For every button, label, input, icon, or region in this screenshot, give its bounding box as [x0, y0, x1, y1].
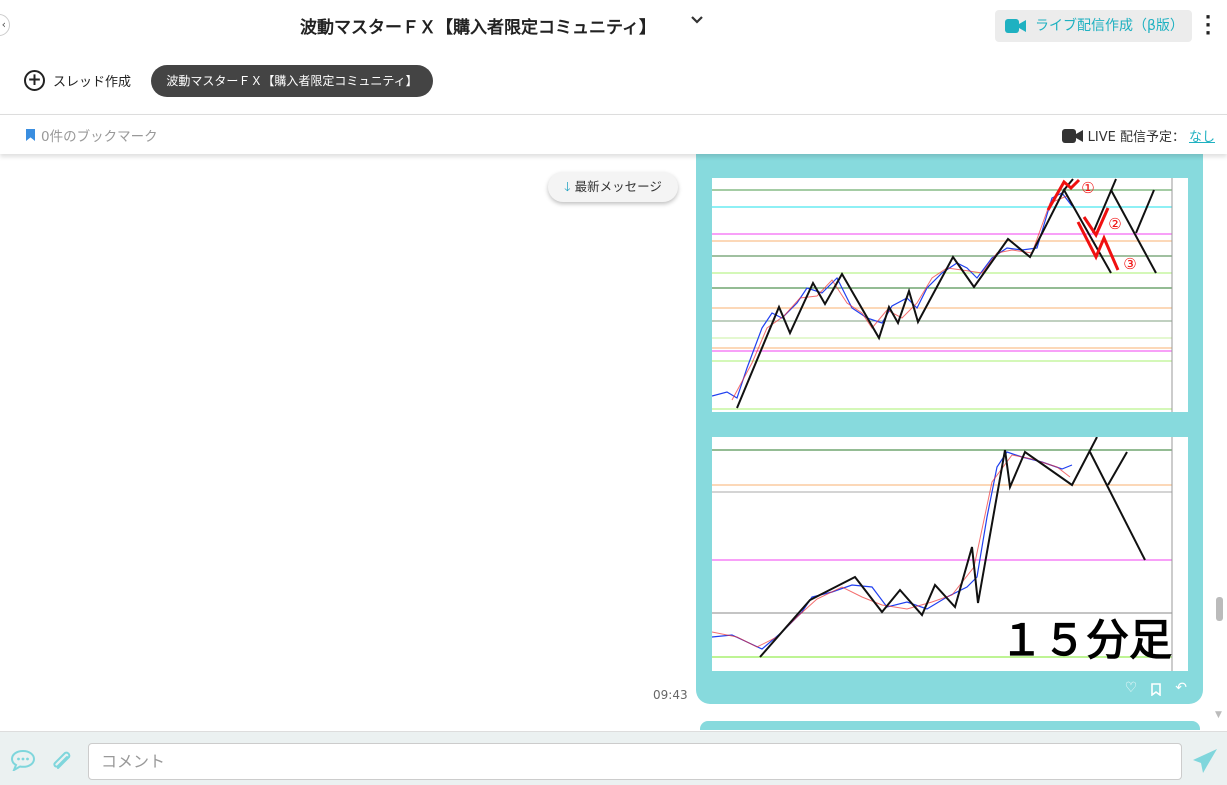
message-bubble: ① ② ③ １５分足 ♡ ↶ — [696, 154, 1203, 704]
speech-bubble-icon[interactable] — [10, 749, 36, 771]
scrollbar-thumb[interactable] — [1216, 597, 1223, 621]
chat-area: 🡓 最新メッセージ ① ② ③ １５分足 ♡ ↶ 09:43 — [0, 154, 1212, 730]
chart-image-2[interactable]: １５分足 — [712, 437, 1188, 671]
live-schedule: LIVE 配信予定： なし — [1061, 126, 1215, 145]
plus-circle-icon: + — [24, 70, 45, 91]
price-candles — [712, 192, 1073, 399]
price-candles-red — [731, 195, 1068, 401]
scrollbar[interactable]: ▼ — [1212, 154, 1227, 730]
page-title: 波動マスターＦＸ【購入者限定コミュニティ】 — [300, 18, 656, 38]
annotation-2: ② — [1108, 215, 1121, 233]
timeframe-caption: １５分足 — [1000, 616, 1172, 666]
heart-icon[interactable]: ♡ — [1125, 680, 1138, 696]
header: ‹ 波動マスターＦＸ【購入者限定コミュニティ】 ライブ配信作成（β版） · · · — [0, 0, 1227, 50]
thread-tab-active[interactable]: 波動マスターＦＸ【購入者限定コミュニティ】 — [151, 65, 433, 97]
comment-input[interactable] — [88, 743, 1182, 780]
live-schedule-link[interactable]: なし — [1189, 126, 1215, 145]
video-camera-icon — [1061, 128, 1083, 143]
sub-toolbar: 0件のブックマーク LIVE 配信予定： なし — [0, 114, 1227, 154]
wave-line — [736, 187, 1112, 409]
message-actions: ♡ ↶ — [1125, 680, 1187, 696]
message-bubble-next — [700, 721, 1200, 730]
bookmarks-count: 0件のブックマーク — [41, 129, 158, 145]
paperclip-icon[interactable] — [52, 749, 74, 771]
bookmark-icon — [26, 129, 35, 141]
scroll-down-arrow-icon[interactable]: ▼ — [1215, 710, 1222, 720]
chart-image-1[interactable]: ① ② ③ — [712, 178, 1188, 412]
arrow-down-icon: 🡓 — [564, 179, 571, 194]
send-icon[interactable] — [1192, 748, 1218, 774]
composer — [0, 731, 1227, 785]
reply-icon[interactable]: ↶ — [1175, 680, 1187, 696]
bookmarks-link[interactable]: 0件のブックマーク — [26, 125, 158, 145]
bookmark-icon[interactable] — [1151, 683, 1162, 696]
create-thread-button[interactable]: + スレッド作成 — [24, 70, 131, 91]
latest-message-button[interactable]: 🡓 最新メッセージ — [548, 172, 678, 202]
create-thread-label: スレッド作成 — [53, 75, 132, 90]
create-live-button[interactable]: ライブ配信作成（β版） — [995, 10, 1192, 42]
back-icon[interactable]: ‹ — [0, 14, 10, 36]
create-live-label: ライブ配信作成（β版） — [1035, 18, 1184, 34]
latest-message-label: 最新メッセージ — [574, 179, 662, 194]
annotation-1: ① — [1081, 179, 1094, 197]
more-menu-icon[interactable]: · · · — [1203, 9, 1213, 43]
chevron-down-icon[interactable] — [690, 12, 704, 31]
message-time: 09:43 — [653, 688, 688, 702]
annotation-3: ③ — [1123, 255, 1136, 273]
video-camera-icon — [1005, 19, 1026, 33]
live-schedule-label: LIVE 配信予定： — [1087, 130, 1185, 145]
